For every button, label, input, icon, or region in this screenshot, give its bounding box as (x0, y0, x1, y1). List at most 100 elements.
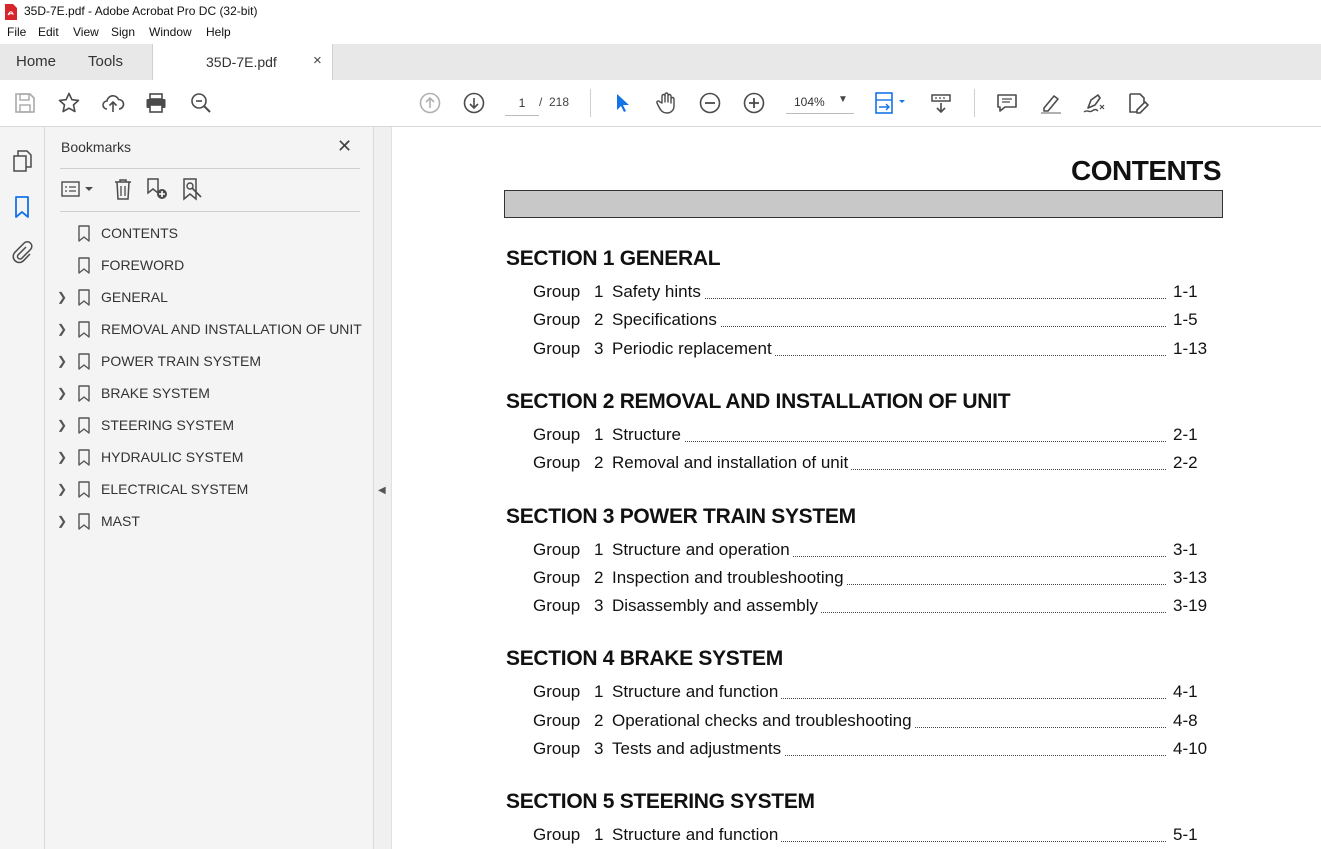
toc-entry[interactable]: Group 1 Structure and operation 3-1 (533, 539, 1208, 564)
toc-entry-title: Structure and function (612, 682, 782, 703)
menu-view[interactable]: View (73, 25, 99, 39)
bookmark-item[interactable]: ❯ ELECTRICAL SYSTEM (45, 476, 373, 504)
page-up-icon[interactable] (418, 91, 442, 115)
save-icon[interactable] (13, 91, 37, 115)
chevron-right-icon[interactable]: ❯ (57, 450, 67, 464)
scroll-mode-icon[interactable] (929, 91, 953, 115)
toolbar-divider (590, 89, 591, 117)
bookmark-from-structure-icon[interactable] (180, 177, 204, 201)
toc-group-word: Group (533, 682, 581, 702)
page-down-icon[interactable] (462, 91, 486, 115)
bookmark-star-icon[interactable] (57, 91, 81, 115)
close-tab-icon[interactable]: × (313, 52, 322, 69)
title-bar-rule (504, 190, 1223, 218)
select-cursor-icon[interactable] (610, 91, 634, 115)
tab-document[interactable]: 35D-7E.pdf × (152, 44, 333, 80)
page-number-input[interactable] (505, 91, 539, 116)
divider (60, 211, 360, 212)
toc-entry[interactable]: Group 2 Operational checks and troubleshoo… (533, 710, 1208, 735)
section-heading[interactable]: SECTION 4 BRAKE SYSTEM (506, 647, 783, 671)
tab-home[interactable]: Home (16, 53, 56, 70)
toc-group-word: Group (533, 539, 581, 559)
toc-entry[interactable]: Group 3 Periodic replacement 1-13 (533, 338, 1208, 363)
bookmark-item[interactable]: ❯ REMOVAL AND INSTALLATION OF UNIT (45, 316, 373, 344)
bookmark-item[interactable]: ❯ POWER TRAIN SYSTEM (45, 348, 373, 376)
bookmark-item[interactable]: ❯ HYDRAULIC SYSTEM (45, 444, 373, 472)
tab-tools[interactable]: Tools (88, 53, 123, 70)
section-heading[interactable]: SECTION 2 REMOVAL AND INSTALLATION OF UN… (506, 390, 1011, 414)
toc-entry[interactable]: Group 1 Structure and function 4-1 (533, 682, 1208, 706)
toc-entry[interactable]: Group 1 Structure 2-1 (533, 424, 1208, 449)
toc-page-number: 3-1 (1173, 539, 1198, 559)
toc-group-word: Group (533, 739, 581, 758)
menu-edit[interactable]: Edit (38, 25, 59, 39)
section-heading[interactable]: SECTION 1 GENERAL (506, 247, 721, 271)
toc-entry-title: Structure and function (612, 825, 782, 846)
section-heading[interactable]: SECTION 3 POWER TRAIN SYSTEM (506, 505, 856, 529)
chevron-right-icon[interactable]: ❯ (57, 290, 67, 304)
menu-help[interactable]: Help (206, 25, 231, 39)
close-panel-icon[interactable]: ✕ (337, 136, 352, 157)
toc-entry[interactable]: Group 1 Structure and function 5-1 (533, 825, 1208, 849)
bookmark-item[interactable]: FOREWORD (45, 252, 373, 280)
chevron-right-icon[interactable]: ❯ (57, 418, 67, 432)
attachments-icon[interactable] (10, 240, 34, 264)
fill-sign-icon[interactable] (1126, 91, 1150, 115)
chevron-right-icon[interactable]: ❯ (57, 514, 67, 528)
highlight-icon[interactable] (1039, 91, 1063, 115)
chevron-right-icon[interactable]: ❯ (57, 354, 67, 368)
bookmark-item[interactable]: ❯ BRAKE SYSTEM (45, 380, 373, 408)
delete-bookmark-icon[interactable] (111, 177, 135, 201)
leader-dots (612, 440, 1166, 442)
find-zoom-icon[interactable] (189, 91, 213, 115)
bookmark-icon (78, 513, 90, 530)
section-heading[interactable]: SECTION 5 STEERING SYSTEM (506, 790, 815, 814)
zoom-dropdown[interactable]: 104% ▼ (786, 91, 854, 114)
page-fit-icon[interactable] (873, 91, 909, 115)
zoom-out-icon[interactable] (698, 91, 722, 115)
bookmark-item[interactable]: CONTENTS (45, 220, 373, 248)
panel-splitter[interactable]: ◀ (374, 127, 392, 849)
toc-page-number: 2-1 (1173, 424, 1198, 444)
bookmark-item[interactable]: ❯ STEERING SYSTEM (45, 412, 373, 440)
bookmark-label: MAST (101, 513, 140, 529)
toc-entry-title: Removal and installation of unit (612, 453, 852, 474)
toc-entry[interactable]: Group 3 Disassembly and assembly 3-19 (533, 596, 1208, 620)
toc-entry[interactable]: Group 1 Safety hints 1-1 (533, 282, 1208, 306)
menu-window[interactable]: Window (149, 25, 192, 39)
chevron-right-icon[interactable]: ❯ (57, 482, 67, 496)
toc-group-number: 3 (594, 596, 604, 616)
toc-group-word: Group (533, 825, 581, 845)
bookmark-icon (78, 385, 90, 402)
draw-icon[interactable] (1082, 91, 1106, 115)
new-bookmark-icon[interactable] (145, 177, 169, 201)
bookmark-item[interactable]: ❯ GENERAL (45, 284, 373, 312)
chevron-down-icon: ▼ (838, 94, 848, 105)
bookmark-icon (78, 225, 90, 242)
toc-entry[interactable]: Group 3 Tests and adjustments 4-10 (533, 739, 1208, 763)
toc-entry-title: Operational checks and troubleshooting (612, 710, 915, 731)
menu-file[interactable]: File (7, 25, 26, 39)
collapse-panel-icon[interactable]: ◀ (378, 485, 386, 496)
toc-entry[interactable]: Group 2 Removal and installation of unit 2-… (533, 453, 1208, 477)
bookmark-label: GENERAL (101, 289, 168, 305)
menu-bar: File Edit View Sign Window Help (0, 24, 1321, 44)
hand-icon[interactable] (654, 91, 678, 115)
chevron-right-icon[interactable]: ❯ (57, 386, 67, 400)
bookmark-options-icon[interactable] (60, 177, 96, 201)
share-icon[interactable] (101, 91, 125, 115)
comment-icon[interactable] (995, 91, 1019, 115)
toc-entry[interactable]: Group 2 Inspection and troubleshooting 3-13 (533, 567, 1208, 592)
chevron-right-icon[interactable]: ❯ (57, 322, 67, 336)
bookmarks-panel-icon[interactable] (10, 195, 34, 219)
bookmark-item[interactable]: ❯ MAST (45, 508, 373, 536)
zoom-in-icon[interactable] (742, 91, 766, 115)
toc-entry[interactable]: Group 2 Specifications 1-5 (533, 310, 1208, 334)
page-total: 218 (549, 95, 570, 109)
document-view[interactable]: CONTENTS SECTION 1 GENERAL Group 1 Safety h… (392, 127, 1321, 849)
navigation-rail (0, 127, 45, 849)
print-icon[interactable] (144, 91, 168, 115)
title-bar: 35D-7E.pdf - Adobe Acrobat Pro DC (32-bi… (0, 0, 1321, 24)
page-thumbnails-icon[interactable] (10, 149, 34, 173)
menu-sign[interactable]: Sign (111, 25, 135, 39)
